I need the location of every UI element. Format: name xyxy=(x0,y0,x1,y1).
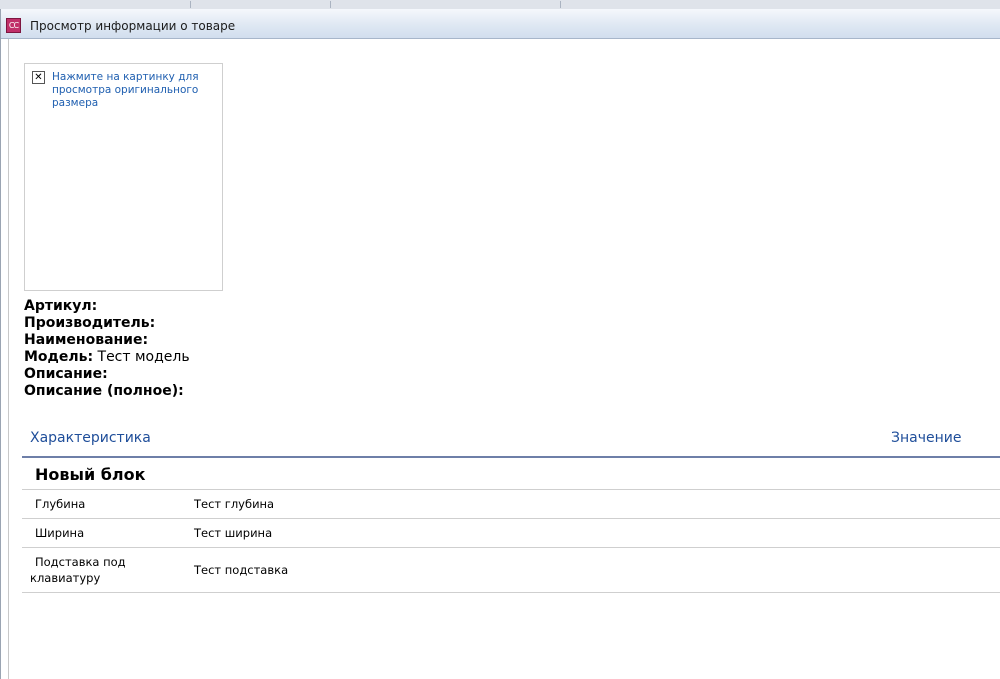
field-model: Модель: Тест модель xyxy=(24,349,190,366)
table-row: Глубина Тест глубина xyxy=(22,490,1000,519)
spec-value: Тест ширина xyxy=(194,526,273,540)
field-value: Тест модель xyxy=(93,349,190,365)
window-content: ✕ Нажмите на картинку для просмотра ориг… xyxy=(1,39,1000,679)
field-label: Модель: xyxy=(24,349,94,365)
window-titlebar[interactable]: CC Просмотр информации о товаре xyxy=(1,9,1000,39)
product-info-window: CC Просмотр информации о товаре ✕ Нажмит… xyxy=(0,9,1000,679)
spec-value: Тест подставка xyxy=(194,563,289,577)
spec-name: Ширина xyxy=(35,526,85,540)
field-article: Артикул: xyxy=(24,298,190,315)
table-row: Ширина Тест ширина xyxy=(22,519,1000,548)
field-description-full: Описание (полное): xyxy=(24,383,190,400)
field-label: Наименование: xyxy=(24,332,149,348)
field-manufacturer: Производитель: xyxy=(24,315,190,332)
content-border xyxy=(8,39,9,679)
header-value[interactable]: Значение xyxy=(891,430,961,446)
spec-name: Глубина xyxy=(35,497,86,511)
strip-segment xyxy=(190,1,331,8)
product-info: Артикул: Производитель: Наименование: Мо… xyxy=(24,298,190,400)
window-title: Просмотр информации о товаре xyxy=(30,19,236,33)
header-characteristic[interactable]: Характеристика xyxy=(30,430,151,446)
spec-block-title: Новый блок xyxy=(22,459,1000,490)
field-description: Описание: xyxy=(24,366,190,383)
broken-image-icon: ✕ xyxy=(32,71,45,84)
app-icon: CC xyxy=(6,18,21,33)
block-title-text: Новый блок xyxy=(35,465,146,484)
field-name: Наименование: xyxy=(24,332,190,349)
table-row: Подставка под клавиатуру Тест подставка xyxy=(22,548,1000,593)
spec-value: Тест глубина xyxy=(194,497,275,511)
spec-name: Подставка под клавиатуру xyxy=(30,555,126,585)
field-label: Артикул: xyxy=(24,298,98,314)
field-label: Описание: xyxy=(24,366,108,382)
strip-segment xyxy=(0,1,191,8)
image-alt-text: Нажмите на картинку для просмотра оригин… xyxy=(52,71,199,109)
field-label: Производитель: xyxy=(24,315,156,331)
product-image[interactable]: ✕ Нажмите на картинку для просмотра ориг… xyxy=(24,63,223,291)
specs-header: Характеристика Значение xyxy=(22,428,1000,458)
strip-segment xyxy=(330,1,561,8)
field-label: Описание (полное): xyxy=(24,383,184,399)
